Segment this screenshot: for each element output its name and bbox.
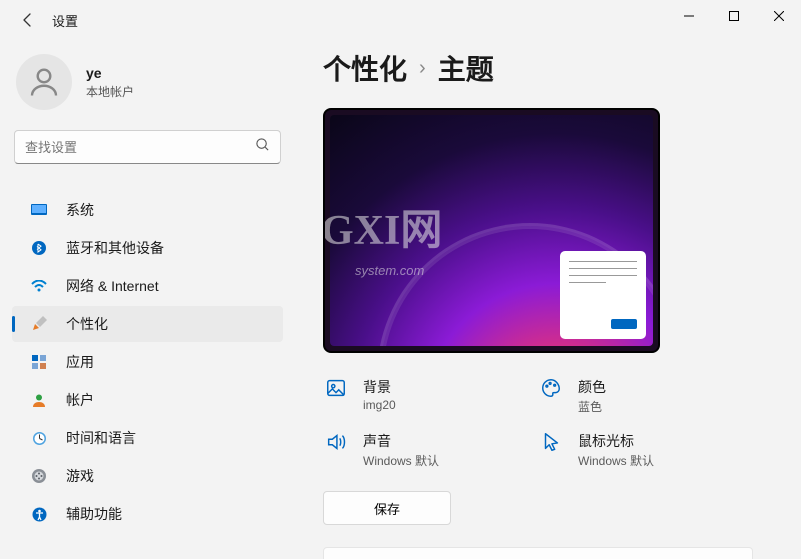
account-icon [30,391,48,409]
nav-item-system[interactable]: 系统 [12,192,283,228]
person-icon [26,64,62,100]
nav-label: 辅助功能 [66,504,122,524]
nav-item-gaming[interactable]: 游戏 [12,458,283,494]
nav-item-apps[interactable]: 应用 [12,344,283,380]
theme-options: 背景img20 颜色蓝色 声音Windows 默认 鼠标光标Windows 默认 [323,373,753,473]
nav-label: 个性化 [66,314,108,334]
nav-item-personalization[interactable]: 个性化 [12,306,283,342]
breadcrumb-current: 主题 [438,48,494,88]
nav-item-accessibility[interactable]: 辅助功能 [12,496,283,532]
gaming-icon [30,467,48,485]
search-box[interactable] [14,130,281,164]
nav-item-accounts[interactable]: 帐户 [12,382,283,418]
option-background[interactable]: 背景img20 [323,373,538,419]
account-sub: 本地帐户 [86,83,134,100]
apps-icon [30,353,48,371]
account-name: ye [86,65,134,81]
maximize-button[interactable] [711,0,756,32]
minimize-icon [684,11,694,21]
bluetooth-icon [30,239,48,257]
opt-title: 颜色 [578,377,606,397]
clock-icon [30,429,48,447]
opt-sub: 蓝色 [578,398,606,415]
nav-label: 时间和语言 [66,428,136,448]
search-input[interactable] [25,140,255,155]
chevron-right-icon: › [419,57,426,80]
opt-sub: img20 [363,398,396,412]
account-block[interactable]: ye 本地帐户 [8,40,287,130]
breadcrumb-parent[interactable]: 个性化 [323,48,407,88]
nav-label: 应用 [66,352,94,372]
arrow-left-icon [20,12,36,28]
breadcrumb: 个性化 › 主题 [323,48,781,88]
monitor-icon [30,201,48,219]
nav-label: 游戏 [66,466,94,486]
sidebar: ye 本地帐户 系统 蓝牙和其他设备 网络 & Internet [0,40,295,559]
main-panel: 个性化 › 主题 GXI网 system.com 背景img20 颜色蓝 [295,40,801,559]
paint-icon [30,315,48,333]
close-icon [774,11,784,21]
search-icon [255,137,270,157]
opt-sub: Windows 默认 [578,452,654,469]
titlebar: 设置 [0,0,801,40]
back-button[interactable] [18,10,38,30]
image-icon [323,377,349,415]
opt-sub: Windows 默认 [363,452,439,469]
option-color[interactable]: 颜色蓝色 [538,373,753,419]
accessibility-icon [30,505,48,523]
opt-title: 鼠标光标 [578,431,654,451]
theme-preview: GXI网 system.com [323,108,660,353]
nav-item-bluetooth[interactable]: 蓝牙和其他设备 [12,230,283,266]
opt-title: 声音 [363,431,439,451]
window-controls [666,0,801,32]
nav-label: 网络 & Internet [66,276,159,296]
nav-label: 蓝牙和其他设备 [66,238,164,258]
window-title: 设置 [52,11,78,30]
nav-label: 帐户 [66,390,94,410]
nav-list: 系统 蓝牙和其他设备 网络 & Internet 个性化 应用 帐户 [8,192,287,532]
wifi-icon [30,277,48,295]
opt-title: 背景 [363,377,396,397]
sound-icon [323,431,349,469]
save-button[interactable]: 保存 [323,491,451,525]
cursor-icon [538,431,564,469]
option-sound[interactable]: 声音Windows 默认 [323,427,538,473]
preview-window-mock [560,251,646,339]
option-cursor[interactable]: 鼠标光标Windows 默认 [538,427,753,473]
bottom-card[interactable] [323,547,753,559]
maximize-icon [729,11,739,21]
nav-label: 系统 [66,200,94,220]
nav-item-network[interactable]: 网络 & Internet [12,268,283,304]
palette-icon [538,377,564,415]
minimize-button[interactable] [666,0,711,32]
close-button[interactable] [756,0,801,32]
avatar [16,54,72,110]
nav-item-time[interactable]: 时间和语言 [12,420,283,456]
